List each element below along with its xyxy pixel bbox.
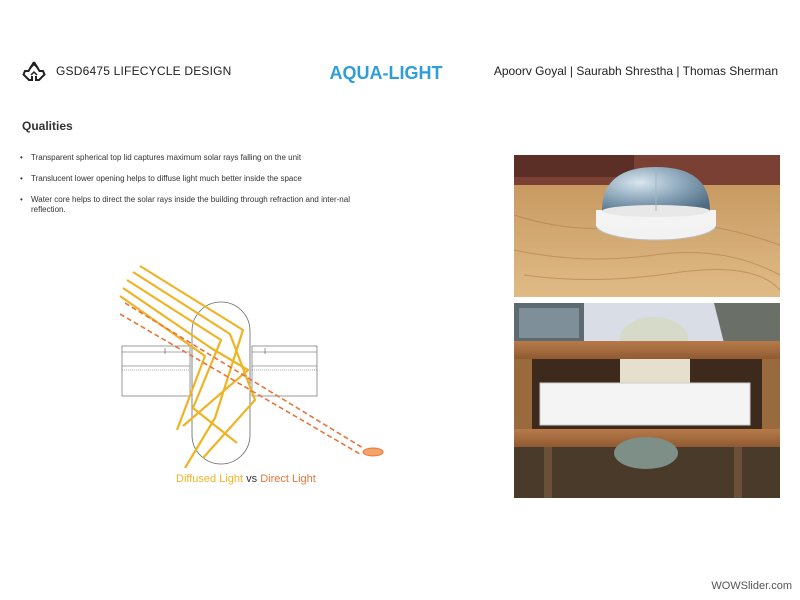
light-diagram: [119, 265, 384, 468]
qualities-list: Transparent spherical top lid captures m…: [20, 153, 370, 226]
roof-slab-right: [251, 345, 318, 397]
list-item: Transparent spherical top lid captures m…: [20, 153, 370, 163]
caption-direct: Direct Light: [260, 473, 316, 485]
sun-source: [362, 447, 384, 457]
diagram-caption: Diffused Light vs Direct Light: [176, 473, 316, 485]
photo-prototype-installed: [514, 303, 780, 498]
roof-slab-left: [121, 345, 191, 397]
caption-diffused: Diffused Light: [176, 473, 244, 485]
list-item: Water core helps to direct the solar ray…: [20, 195, 370, 215]
section-title: Qualities: [22, 119, 73, 133]
project-title-text: AQUA-LIGHT: [329, 63, 443, 83]
watermark: WOWSlider.com: [711, 580, 792, 592]
authors: Apoorv Goyal | Saurabh Shrestha | Thomas…: [493, 64, 778, 78]
diffused-rays: [119, 265, 257, 468]
list-item: Translucent lower opening helps to diffu…: [20, 174, 370, 184]
direct-rays: [119, 302, 364, 455]
photo-dome-on-plywood: [514, 155, 780, 297]
caption-vs: vs: [243, 473, 261, 485]
